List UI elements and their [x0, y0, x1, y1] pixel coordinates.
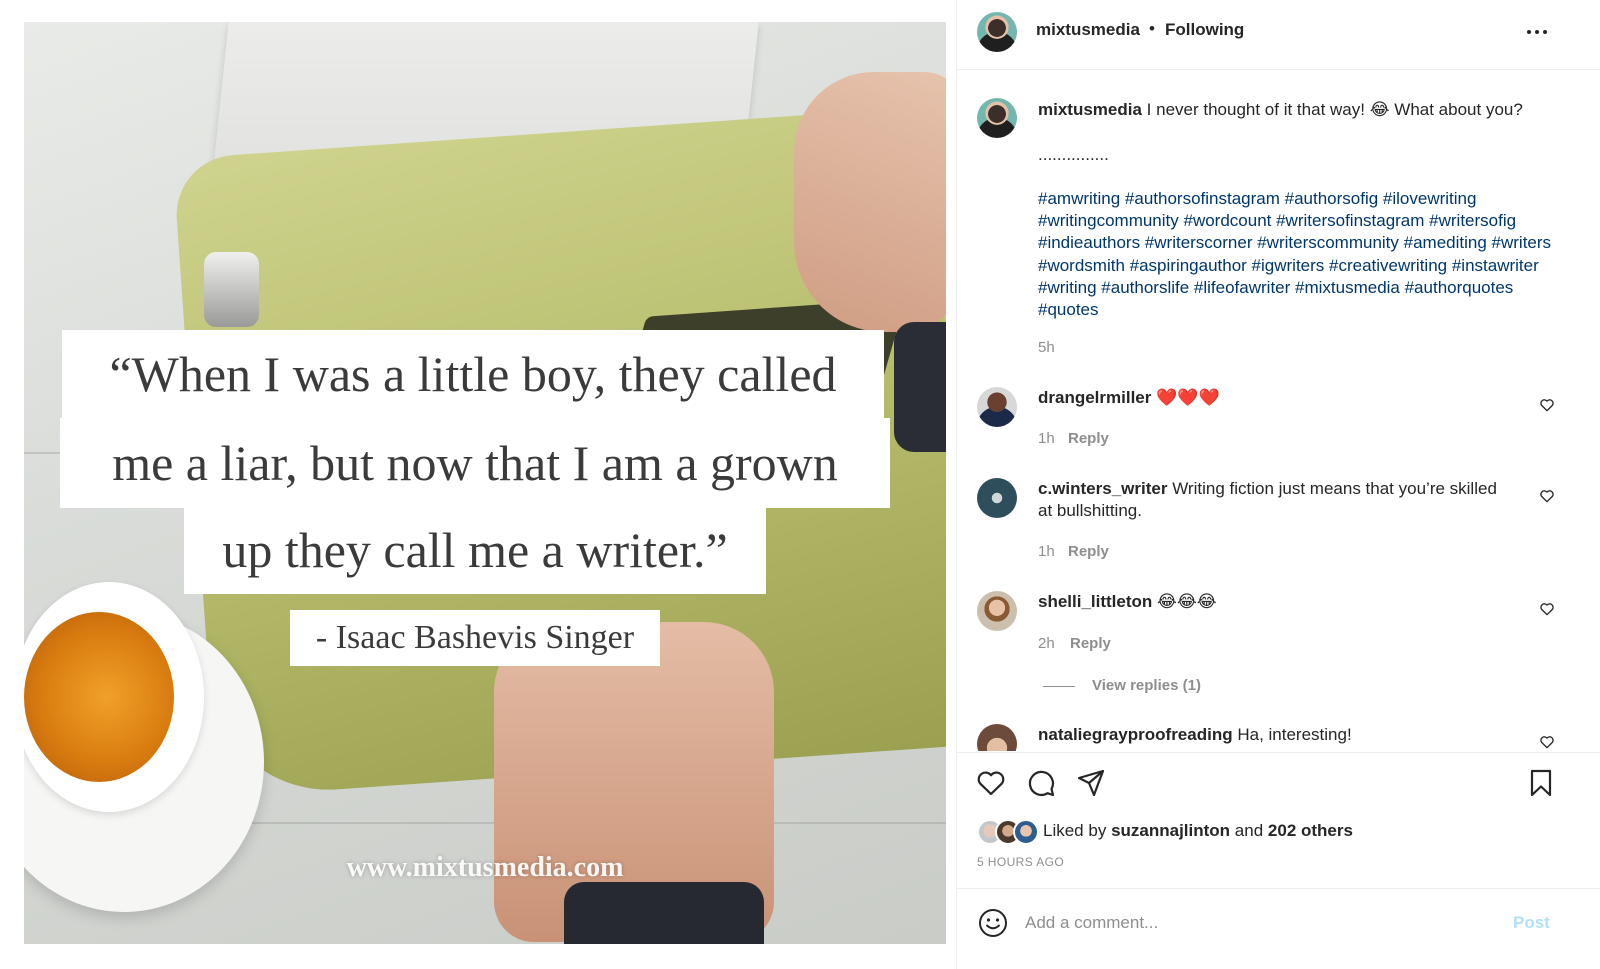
- sleeve-top: [894, 322, 946, 452]
- comment-username[interactable]: shelli_littleton: [1038, 592, 1152, 611]
- comment-username[interactable]: drangelrmiller: [1038, 388, 1151, 407]
- liked-by-avatars[interactable]: [977, 819, 1041, 845]
- view-replies-button[interactable]: View replies (1): [1092, 677, 1201, 694]
- like-comment-heart-icon[interactable]: [1539, 601, 1555, 617]
- post-header: mixtusmedia • Following: [957, 0, 1600, 70]
- post-timestamp[interactable]: 5 HOURS AGO: [977, 855, 1064, 869]
- reply-button[interactable]: Reply: [1070, 635, 1111, 652]
- caption-time[interactable]: 5h: [1038, 339, 1055, 356]
- header-separator: •: [1149, 19, 1155, 38]
- comment-time[interactable]: 2h: [1038, 635, 1055, 652]
- reply-button[interactable]: Reply: [1068, 430, 1109, 447]
- add-comment-bar: Post: [957, 888, 1600, 969]
- share-icon[interactable]: [1075, 767, 1107, 799]
- comment-input[interactable]: [1025, 907, 1495, 939]
- liked-user[interactable]: suzannajlinton: [1111, 821, 1230, 840]
- more-horizontal-icon[interactable]: [1517, 22, 1553, 42]
- comment-icon[interactable]: [1025, 767, 1057, 799]
- comment-time[interactable]: 1h: [1038, 430, 1055, 447]
- quote-line: “When I was a little boy, they called: [62, 330, 884, 418]
- quote-line: up they call me a writer.”: [184, 506, 766, 594]
- like-comment-heart-icon[interactable]: [1539, 397, 1555, 413]
- like-comment-heart-icon[interactable]: [1539, 734, 1555, 750]
- quote-line: me a liar, but now that I am a grown: [60, 418, 890, 508]
- comment-text: ❤️❤️❤️: [1156, 388, 1220, 407]
- comment: nataliegrayproofreading Ha, interesting!: [1038, 724, 1508, 746]
- heart-icon[interactable]: [975, 767, 1007, 799]
- smile-icon[interactable]: [977, 907, 1009, 939]
- bookmark-icon[interactable]: [1525, 767, 1557, 799]
- caption-username[interactable]: mixtusmedia: [1038, 100, 1142, 119]
- action-bar: Liked by suzannajlinton and 202 others 5…: [957, 752, 1600, 888]
- caption: mixtusmedia I never thought of it that w…: [1038, 99, 1578, 121]
- caption-hashtags[interactable]: #amwriting #authorsofinstagram #authorso…: [1038, 188, 1568, 321]
- post-button[interactable]: Post: [1513, 913, 1550, 933]
- view-replies-line: [1043, 686, 1075, 687]
- comment-time[interactable]: 1h: [1038, 543, 1055, 560]
- like-comment-heart-icon[interactable]: [1539, 488, 1555, 504]
- image-watermark: www.mixtusmedia.com: [346, 852, 624, 883]
- header-username[interactable]: mixtusmedia: [1036, 20, 1140, 40]
- liked-others[interactable]: 202 others: [1268, 821, 1353, 840]
- comment-text: Ha, interesting!: [1237, 725, 1352, 744]
- comment-username[interactable]: c.winters_writer: [1038, 479, 1167, 498]
- liked-avatar: [1013, 819, 1039, 845]
- tea: [24, 612, 174, 782]
- comment: shelli_littleton 😂😂😂: [1038, 591, 1508, 613]
- following-button[interactable]: Following: [1165, 20, 1244, 40]
- comment-avatar[interactable]: [977, 724, 1017, 751]
- post-sidebar: mixtusmedia • Following mixtusmedia I ne…: [956, 0, 1600, 969]
- comment-avatar[interactable]: [977, 387, 1017, 427]
- comment-avatar[interactable]: [977, 591, 1017, 631]
- comment: drangelrmiller ❤️❤️❤️: [1038, 387, 1508, 409]
- caption-avatar[interactable]: [977, 98, 1017, 138]
- quote-attribution: - Isaac Bashevis Singer: [290, 610, 660, 666]
- liked-prefix: Liked by: [1043, 821, 1107, 840]
- sleeve-bottom: [564, 882, 764, 944]
- reply-button[interactable]: Reply: [1068, 543, 1109, 560]
- hand-top: [794, 72, 946, 332]
- comment-username[interactable]: nataliegrayproofreading: [1038, 725, 1233, 744]
- comment-text: 😂😂😂: [1157, 592, 1217, 611]
- comment: c.winters_writer Writing fiction just me…: [1038, 478, 1508, 522]
- caption-text: I never thought of it that way! 😂 What a…: [1146, 100, 1523, 119]
- typewriter-knob: [204, 252, 259, 327]
- comments-list[interactable]: mixtusmedia I never thought of it that w…: [957, 71, 1600, 751]
- comment-avatar[interactable]: [977, 478, 1017, 518]
- post-image[interactable]: “When I was a little boy, they called me…: [24, 22, 946, 944]
- caption-dots: ...............: [1038, 145, 1109, 164]
- liked-by[interactable]: Liked by suzannajlinton and 202 others: [1043, 821, 1353, 841]
- liked-and: and: [1234, 821, 1264, 840]
- avatar[interactable]: [977, 12, 1017, 52]
